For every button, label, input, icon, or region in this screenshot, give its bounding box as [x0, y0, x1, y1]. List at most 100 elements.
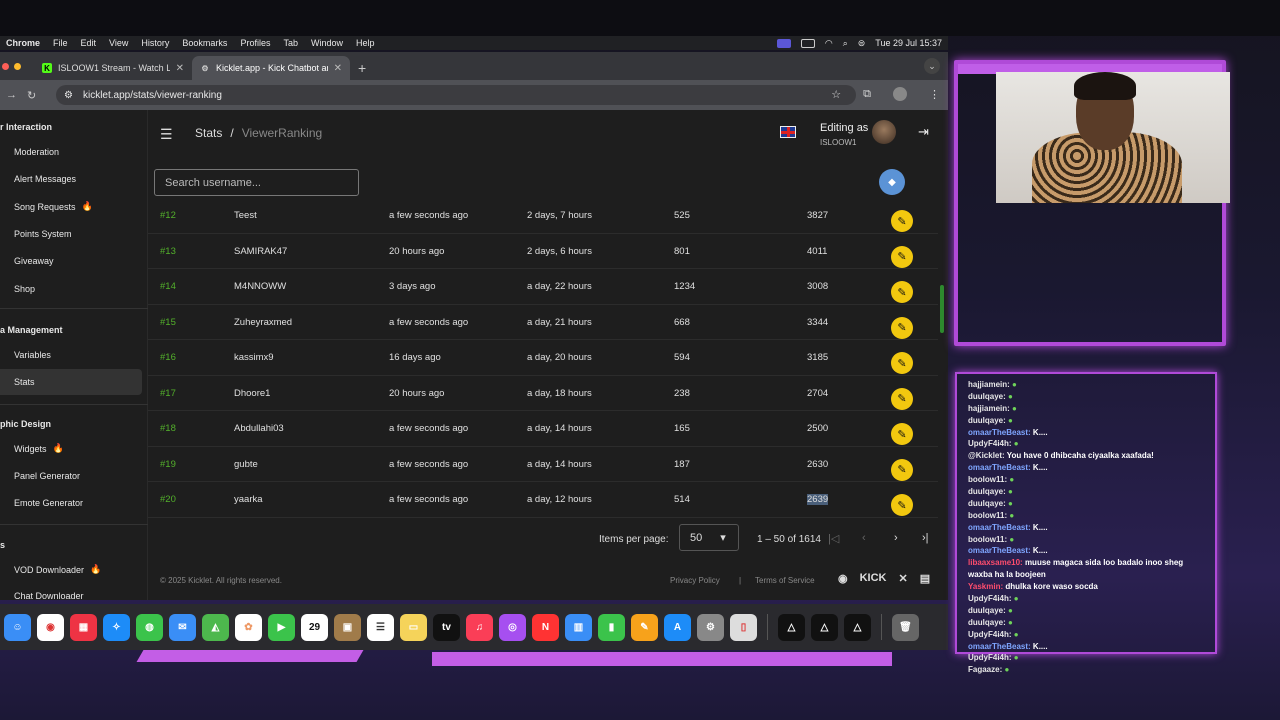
edit-pencil-icon[interactable]: ✎	[891, 210, 913, 232]
edit-pencil-icon[interactable]: ✎	[891, 281, 913, 303]
messages-icon[interactable]: ◍	[136, 613, 163, 641]
sidebar-item-emote-generator[interactable]: Emote Generator	[14, 498, 83, 508]
facetime-icon[interactable]: ▶	[268, 613, 295, 641]
music-icon[interactable]: ♫	[466, 613, 493, 641]
edit-pencil-icon[interactable]: ✎	[891, 352, 913, 374]
profile-avatar[interactable]	[893, 87, 907, 101]
items-per-page-select[interactable]: 50 ▾	[679, 524, 739, 551]
tab-stream[interactable]: K ISLOOW1 Stream - Watch Live ✕	[34, 56, 192, 80]
reminders-icon[interactable]: ☰	[367, 613, 394, 641]
sidebar-item-giveaway[interactable]: Giveaway	[14, 256, 54, 266]
tab-search-icon[interactable]: ⌄	[924, 58, 940, 74]
news-icon[interactable]: N	[532, 613, 559, 641]
obs-icon-1[interactable]: △	[778, 613, 805, 641]
menu-window[interactable]: Window	[311, 38, 343, 48]
breadcrumb-stats[interactable]: Stats	[195, 126, 222, 140]
edit-pencil-icon[interactable]: ✎	[891, 245, 913, 268]
calendar-icon[interactable]: 29	[301, 613, 328, 641]
sidebar-item-vod-downloader[interactable]: VOD Downloader 🔥	[14, 564, 101, 575]
uk-flag-icon[interactable]	[780, 126, 796, 138]
extensions-icon[interactable]: ⧉	[863, 88, 871, 101]
menu-tab[interactable]: Tab	[283, 38, 298, 48]
next-page-icon[interactable]: ›	[894, 532, 898, 544]
edit-pencil-icon[interactable]: ✎	[891, 458, 913, 481]
sidebar-item-alert-messages[interactable]: Alert Messages	[14, 174, 76, 184]
close-tab-icon[interactable]: ✕	[176, 63, 184, 74]
numbers-icon[interactable]: ▮	[598, 613, 625, 641]
edit-pencil-icon[interactable]: ✎	[891, 423, 913, 445]
new-tab-icon[interactable]: +	[358, 60, 366, 76]
search-input[interactable]: Search username...	[154, 169, 359, 196]
app-store-icon[interactable]: A	[664, 613, 691, 641]
screen-share-icon[interactable]	[776, 38, 791, 48]
iphone-mirroring-icon[interactable]: ▯	[730, 613, 757, 641]
menu-app[interactable]: Chrome	[6, 38, 40, 48]
edit-pencil-icon[interactable]: ✎	[891, 387, 913, 410]
obs-icon-3[interactable]: △	[844, 613, 871, 641]
sidebar-item-widgets[interactable]: Widgets 🔥	[14, 443, 64, 454]
site-info-icon[interactable]: ⚙	[64, 90, 73, 101]
reload-icon[interactable]: ↻	[27, 89, 36, 102]
first-page-icon[interactable]: |◁	[828, 532, 839, 545]
apple-tv-icon[interactable]: tv	[433, 613, 460, 641]
menu-view[interactable]: View	[109, 38, 128, 48]
display-icon[interactable]	[800, 38, 815, 48]
sidebar-item-variables[interactable]: Variables	[14, 350, 51, 360]
sidebar-item-chat-downloader[interactable]: Chat Downloader	[14, 591, 84, 600]
close-tab-icon[interactable]: ✕	[334, 63, 342, 74]
finder-icon[interactable]: ☺	[4, 613, 31, 641]
control-center-icon[interactable]: ⊜	[858, 38, 866, 49]
tab-kicklet[interactable]: ⚙ Kicklet.app - Kick Chatbot and ✕	[192, 56, 350, 80]
bookmark-star-icon[interactable]: ☆	[831, 88, 841, 101]
last-page-icon[interactable]: ›|	[922, 532, 929, 544]
menu-help[interactable]: Help	[356, 38, 375, 48]
x-twitter-icon[interactable]: ✕	[899, 572, 908, 585]
keynote-icon[interactable]: ▥	[565, 613, 592, 641]
menu-bookmarks[interactable]: Bookmarks	[182, 38, 227, 48]
sidebar-item-stats[interactable]: Stats	[0, 369, 142, 395]
menu-file[interactable]: File	[53, 38, 68, 48]
sidebar-item-panel-generator[interactable]: Panel Generator	[14, 471, 80, 481]
wifi-icon[interactable]: ◠	[825, 38, 833, 49]
scrollbar-thumb[interactable]	[940, 285, 944, 333]
launchpad-icon[interactable]: ▦	[70, 613, 97, 641]
minimize-window-icon[interactable]	[14, 63, 21, 70]
privacy-link[interactable]: Privacy Policy	[670, 576, 720, 585]
logout-icon[interactable]: ⇥	[918, 124, 929, 140]
edit-pencil-icon[interactable]: ✎	[891, 316, 913, 339]
menu-edit[interactable]: Edit	[81, 38, 97, 48]
podcasts-icon[interactable]: ◎	[499, 613, 526, 641]
obs-icon-2[interactable]: △	[811, 613, 838, 641]
collapse-menu-icon[interactable]: ☰	[160, 126, 173, 143]
sidebar-item-shop[interactable]: Shop	[14, 284, 35, 294]
sidebar-item-moderation[interactable]: Moderation	[14, 147, 59, 157]
system-settings-icon[interactable]: ⚙	[697, 613, 724, 641]
discord-icon[interactable]: ◉	[838, 572, 848, 585]
edit-pencil-icon[interactable]: ✎	[891, 494, 913, 516]
browser-menu-icon[interactable]: ⋮	[929, 88, 940, 101]
prev-page-icon[interactable]: ‹	[862, 532, 866, 544]
spotlight-icon[interactable]: ⌕	[843, 38, 848, 49]
pages-icon[interactable]: ✎	[631, 613, 658, 641]
docs-icon[interactable]: ▤	[920, 572, 930, 585]
contacts-icon[interactable]: ▣	[334, 613, 361, 641]
maps-icon[interactable]: ◭	[202, 613, 229, 641]
user-avatar[interactable]	[872, 120, 896, 144]
menubar-clock[interactable]: Tue 29 Jul 15:37	[875, 38, 942, 48]
sidebar-item-song-requests[interactable]: Song Requests 🔥	[14, 201, 93, 212]
photos-icon[interactable]: ✿	[235, 613, 262, 641]
mail-icon[interactable]: ✉	[169, 613, 196, 641]
chrome-icon[interactable]: ◉	[37, 613, 64, 641]
forward-icon[interactable]: →	[6, 89, 17, 101]
terms-link[interactable]: Terms of Service	[755, 576, 815, 585]
notes-icon[interactable]: ▭	[400, 613, 427, 641]
safari-icon[interactable]: ✧	[103, 613, 130, 641]
menu-history[interactable]: History	[141, 38, 169, 48]
kick-link[interactable]: KICK	[860, 572, 887, 585]
menu-profiles[interactable]: Profiles	[240, 38, 270, 48]
eraser-icon[interactable]: ◆	[879, 169, 905, 195]
trash-icon[interactable]: 🗑	[892, 613, 919, 641]
close-window-icon[interactable]	[2, 63, 9, 70]
address-bar[interactable]: ⚙ kicklet.app/stats/viewer-ranking	[56, 85, 856, 105]
sidebar-item-points-system[interactable]: Points System	[14, 229, 72, 239]
